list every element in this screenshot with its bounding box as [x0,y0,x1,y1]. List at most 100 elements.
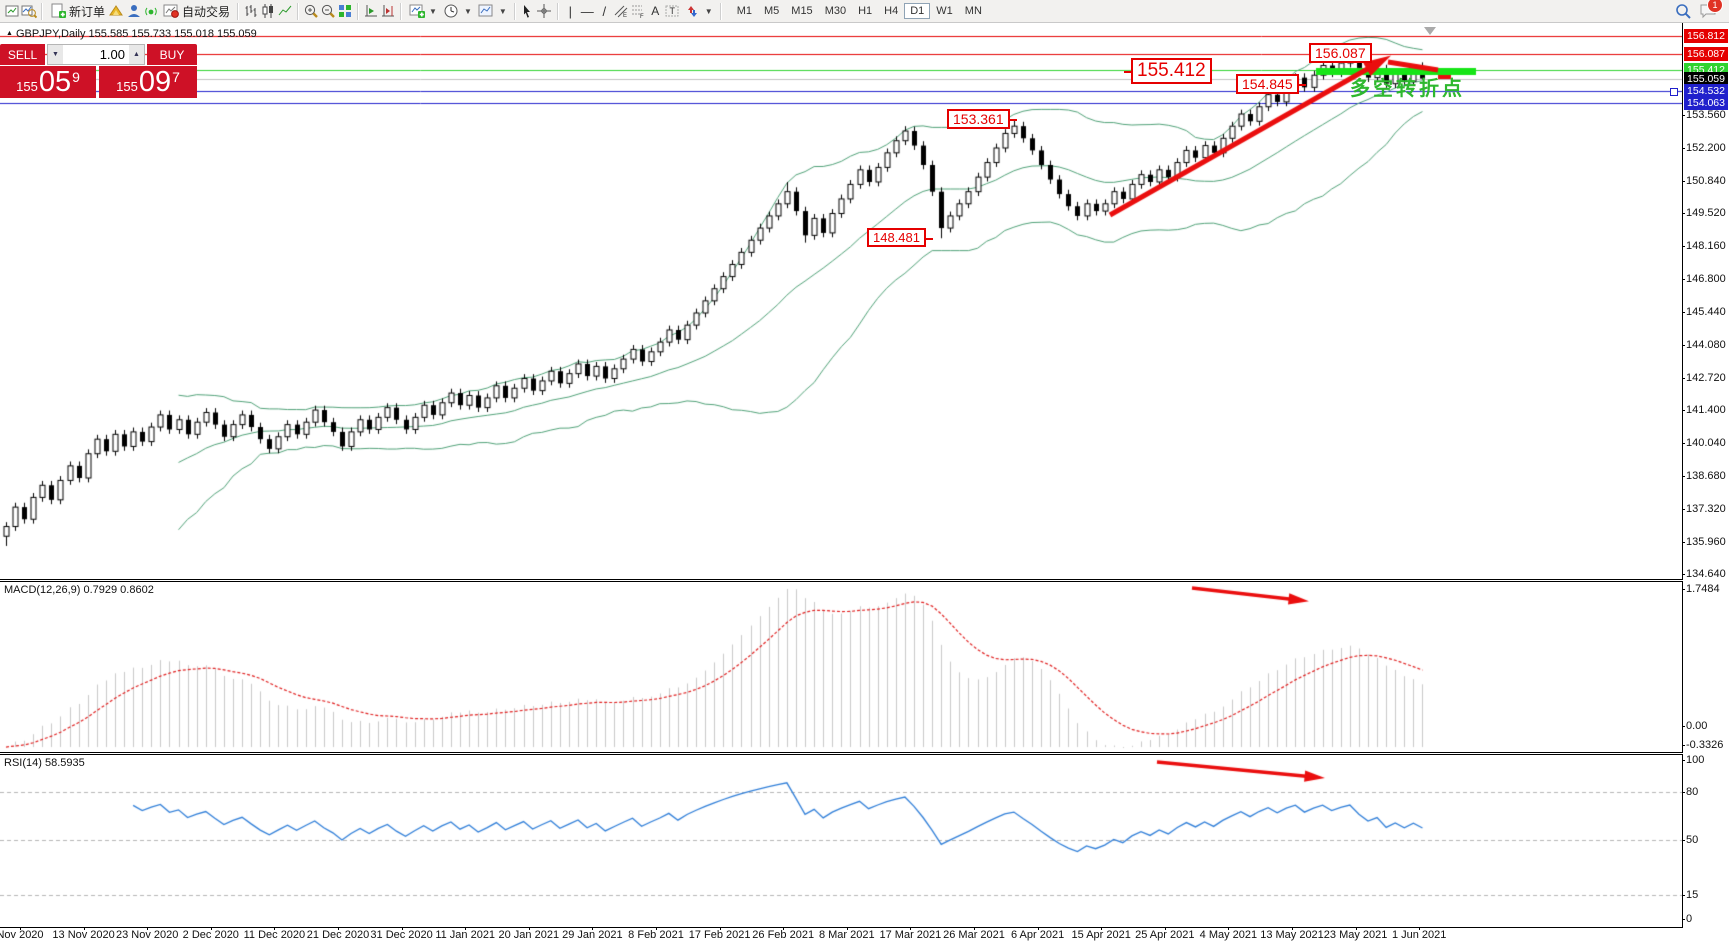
timeframe-group: M1M5M15M30H1H4D1W1MN [731,3,988,19]
dropdown-caret-icon: ▼ [429,7,437,16]
timeframe-w1[interactable]: W1 [930,3,959,19]
notifications-button[interactable]: 1 [1699,3,1716,20]
date-label: 11 Dec 2020 [244,929,306,941]
date-axis[interactable]: Nov 202013 Nov 202023 Nov 20202 Dec 2020… [0,928,1682,942]
templates-button[interactable]: ▼ [475,1,510,21]
date-label: 1 Jun 2021 [1392,929,1446,941]
timeframe-m15[interactable]: M15 [785,3,818,19]
rsi-canvas[interactable] [0,755,1682,927]
new-order-icon [49,3,66,20]
cursor-icon[interactable] [519,3,536,20]
templates-icon [478,3,495,20]
chart-shift-marker-icon[interactable] [1424,27,1436,35]
dropdown-caret-icon: ▼ [705,7,713,16]
chann el-icon[interactable]: E [613,3,630,20]
vertical-line-icon[interactable]: | [562,3,579,20]
tile-windows-icon[interactable] [336,3,353,20]
timeframe-mn[interactable]: MN [959,3,988,19]
price-tick: 137.320 [1686,503,1726,515]
date-label: 8 Mar 2021 [819,929,875,941]
turning-point-note[interactable]: 多空转折点 [1350,72,1465,101]
new-order-label: 新订单 [69,3,105,20]
timeframe-m1[interactable]: M1 [731,3,758,19]
profiles-icon[interactable] [20,3,37,20]
timeframe-d1[interactable]: D1 [904,3,930,19]
clock-icon [443,3,460,20]
date-label: 4 May 2021 [1200,929,1257,941]
date-label: 17 Feb 2021 [689,929,751,941]
metaeditor-icon[interactable] [108,3,125,20]
horizontal-line-icon[interactable]: — [579,3,596,20]
line-chart-icon[interactable] [276,3,293,20]
volume-input[interactable]: 1.00 [63,45,129,64]
hline-selection-handle[interactable] [1670,88,1678,96]
autotrading-label: 自动交易 [182,3,230,20]
community-icon[interactable] [125,3,142,20]
price-tick: 141.400 [1686,404,1726,416]
rsi-axis[interactable]: 1008050150 [1682,754,1729,928]
zoom-out-icon[interactable] [319,3,336,20]
macd-canvas[interactable] [0,582,1682,752]
date-label: 13 Nov 2020 [52,929,114,941]
toolbar-separator [514,3,515,20]
price-callout-155412[interactable]: 155.412 [1131,58,1212,84]
macd-tick: 0.00 [1686,720,1707,732]
shapes-button[interactable]: ▼ [681,1,716,21]
fibonacci-icon[interactable]: F [630,3,647,20]
main-chart-pane [0,23,1682,580]
rsi-pane [0,754,1682,928]
indicators-button[interactable]: ▼ [405,1,440,21]
price-callout-154845[interactable]: 154.845 [1236,74,1299,94]
date-label: 31 Dec 2020 [370,929,432,941]
main-chart-canvas[interactable] [0,23,1682,579]
price-tick: 134.640 [1686,568,1726,580]
date-label: 26 Mar 2021 [943,929,1005,941]
chart-title-text: GBPJPY,Daily 155.585 155.733 155.018 155… [16,28,257,40]
timeframe-m5[interactable]: M5 [758,3,785,19]
timeframe-m30[interactable]: M30 [819,3,852,19]
autotrading-button[interactable]: 自动交易 [159,1,233,21]
rsi-label: RSI(14) 58.5935 [4,757,85,769]
sell-price[interactable]: 155059 [0,66,96,98]
toolbar-separator [237,3,238,20]
toolbar-separator [557,3,558,20]
new-chart-icon[interactable] [3,3,20,20]
timeframe-h4[interactable]: H4 [878,3,904,19]
trendline-icon[interactable]: / [596,3,613,20]
price-callout-148481[interactable]: 148.481 [867,228,926,247]
price-callout-156087[interactable]: 156.087 [1309,43,1372,63]
signals-icon[interactable] [142,3,159,20]
volume-stepper: ▼ 1.00 ▲ [47,44,145,65]
chart-shift-icon[interactable] [379,3,396,20]
chart-title: ▲ GBPJPY,Daily 155.585 155.733 155.018 1… [6,28,257,40]
sell-button[interactable]: SELL [0,44,45,65]
sell-price-big: 05 [39,68,71,97]
auto-scroll-icon[interactable] [362,3,379,20]
text-label-icon[interactable]: T [664,3,681,20]
new-order-button[interactable]: 新订单 [46,1,108,21]
crosshair-icon[interactable] [536,3,553,20]
text-icon[interactable]: A [647,3,664,20]
volume-down-button[interactable]: ▼ [48,45,63,64]
toolbar: 新订单 自动交易 ▼ ▼ ▼ | — / E F A T ▼ [0,0,1729,23]
macd-tick: -0.3326 [1686,739,1723,751]
periods-button[interactable]: ▼ [440,1,475,21]
bar-chart-icon[interactable] [242,3,259,20]
candlestick-icon[interactable] [259,3,276,20]
price-callout-153361[interactable]: 153.361 [947,109,1010,129]
zoom-in-icon[interactable] [302,3,319,20]
buy-price[interactable]: 155097 [99,66,197,98]
terminal-window: 新订单 自动交易 ▼ ▼ ▼ | — / E F A T ▼ [0,0,1729,942]
toolbar-separator [357,3,358,20]
macd-axis[interactable]: 1.74840.00-0.3326 [1682,581,1729,753]
buy-price-sup: 7 [172,69,180,85]
search-icon[interactable] [1674,3,1691,20]
indicators-icon [408,3,425,20]
date-label: 13 May 2021 [1260,929,1324,941]
timeframe-h1[interactable]: H1 [852,3,878,19]
sell-price-sup: 9 [72,69,80,85]
price-axis[interactable]: 153.560152.200150.840149.520148.160146.8… [1682,23,1729,580]
date-label: 23 Nov 2020 [116,929,178,941]
volume-up-button[interactable]: ▲ [129,45,144,64]
buy-button[interactable]: BUY [147,44,197,65]
